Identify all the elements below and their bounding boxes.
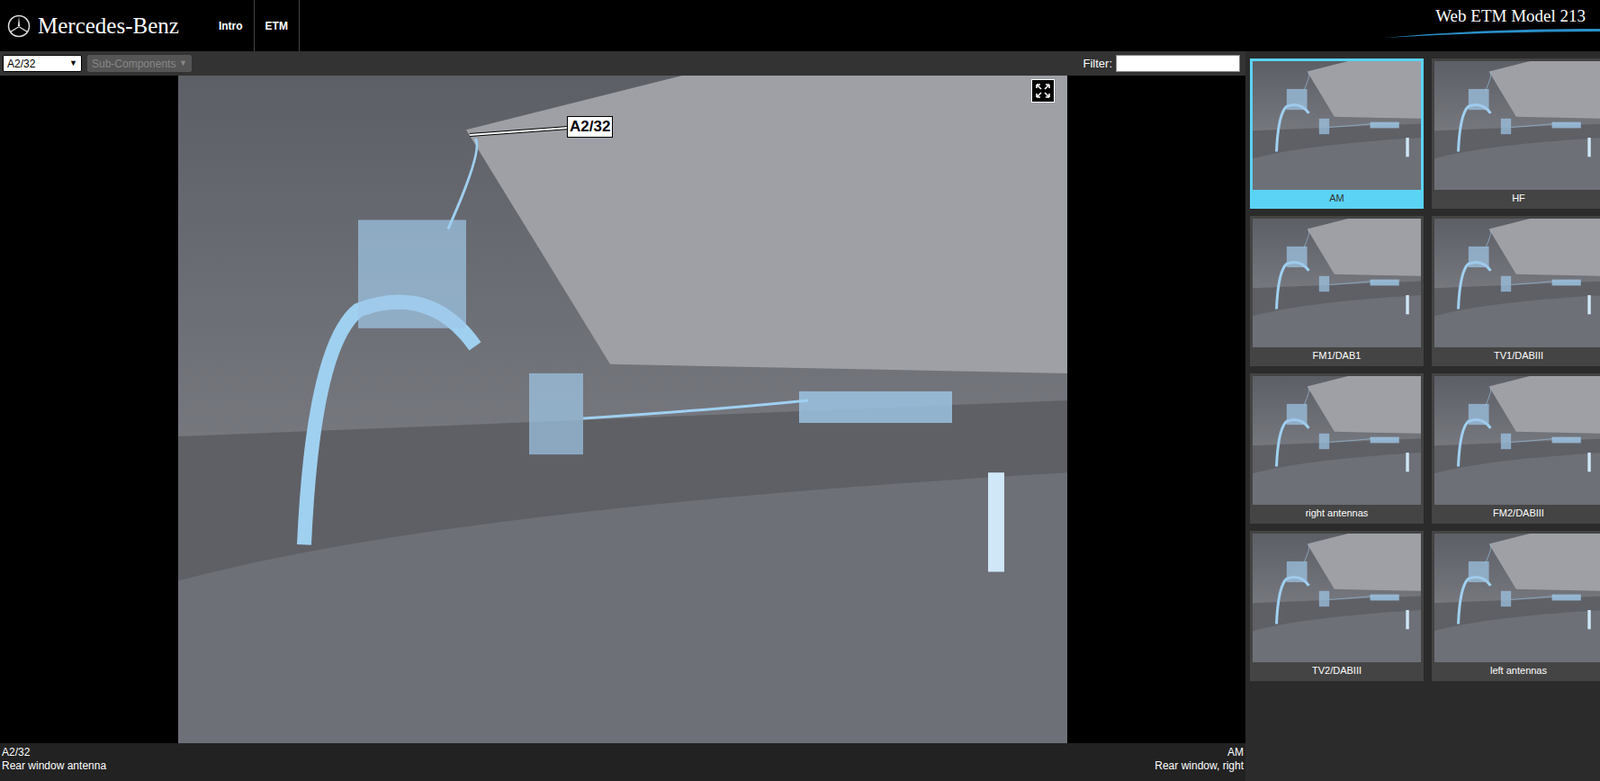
thumbnail-label: FM2/DABIII — [1434, 504, 1600, 522]
view-code: AM — [1227, 746, 1244, 760]
view-thumbnail[interactable]: FM2/DABIII — [1431, 373, 1600, 524]
thumbnail-label: TV1/DABIII — [1434, 347, 1600, 364]
thumbnail-label: right antennas — [1252, 504, 1421, 522]
brand-name: Mercedes-Benz — [37, 8, 180, 44]
thumbnail-label: FM1/DAB1 — [1252, 347, 1421, 364]
component-select[interactable]: A2/32▼ — [2, 54, 82, 72]
component-code: A2/32 — [1, 746, 107, 760]
nav: IntroETM — [207, 0, 300, 52]
view-thumbnail[interactable]: TV2/DABIII — [1249, 530, 1424, 682]
filter-label: Filter: — [1083, 54, 1114, 73]
render-image — [1434, 61, 1600, 190]
render-image — [1252, 376, 1421, 505]
render-image — [1434, 533, 1600, 663]
status-bar: A2/32Rear window antenna AMRear window, r… — [0, 743, 1246, 781]
view-thumbnail[interactable]: HF — [1431, 58, 1600, 209]
view-thumbnail[interactable]: FM1/DAB1 — [1249, 215, 1424, 367]
render-image — [1252, 218, 1421, 348]
viewer: A2/32 — [0, 75, 1246, 744]
view-thumbnail[interactable]: left antennas — [1431, 530, 1600, 682]
render-image — [1252, 61, 1421, 190]
thumbnail-label: left antennas — [1434, 662, 1600, 679]
toolbar: A2/32▼ Sub-Components▼ Filter: — [0, 51, 1246, 76]
filter-input[interactable] — [1115, 54, 1241, 72]
swoosh-icon — [1384, 26, 1600, 39]
view-thumbnail[interactable]: TV1/DABIII — [1431, 215, 1600, 367]
expand-icon — [1034, 82, 1052, 99]
view-panel: AM HF FM1/DAB1 TV1/DABIII right antennas FM2/… — [1245, 51, 1600, 781]
app: Mercedes-Benz IntroETM Web ETM Model 213 A2… — [0, 0, 1600, 781]
thumbnail-label: TV2/DABIII — [1252, 662, 1421, 679]
header-title: Web ETM Model 213 — [1384, 0, 1600, 52]
render-image — [178, 75, 1068, 744]
mercedes-star-icon — [7, 14, 31, 38]
nav-item[interactable]: ETM — [254, 0, 300, 52]
callout-line — [178, 75, 1068, 184]
thumbnail-label: AM — [1252, 189, 1421, 207]
view-thumbnail[interactable]: AM — [1249, 58, 1424, 209]
header: Mercedes-Benz IntroETM Web ETM Model 213 — [0, 0, 1600, 52]
brand[interactable]: Mercedes-Benz — [0, 0, 190, 52]
render-canvas[interactable]: A2/32 — [178, 75, 1068, 744]
view-thumbnail[interactable]: right antennas — [1249, 373, 1424, 524]
fullscreen-button[interactable] — [1031, 79, 1055, 103]
callout-label[interactable]: A2/32 — [566, 116, 613, 138]
view-name: Rear window, right — [1154, 759, 1244, 774]
thumbnail-label: HF — [1434, 189, 1600, 207]
render-image — [1434, 218, 1600, 348]
nav-item[interactable]: Intro — [207, 0, 255, 52]
render-image — [1434, 376, 1600, 505]
component-name: Rear window antenna — [1, 759, 107, 774]
subcomponents-select[interactable]: Sub-Components▼ — [87, 54, 192, 72]
render-image — [1252, 533, 1421, 663]
